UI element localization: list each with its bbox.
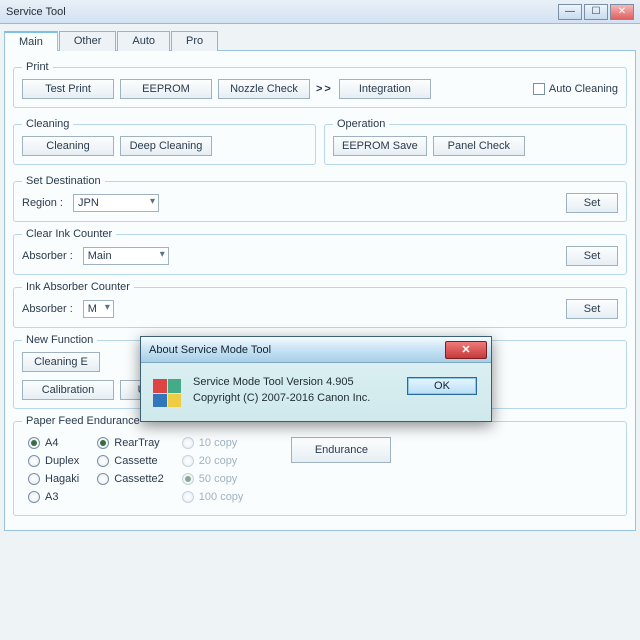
- group-print-legend: Print: [22, 61, 53, 73]
- radio-cassette2[interactable]: Cassette2: [97, 473, 164, 485]
- ink-absorber-set-button[interactable]: Set: [566, 299, 618, 319]
- test-print-button[interactable]: Test Print: [22, 79, 114, 99]
- print-more-icon: >>: [316, 83, 333, 95]
- about-ok-button[interactable]: OK: [407, 377, 477, 395]
- feed-size-column: A4 Duplex Hagaki A3: [28, 437, 79, 503]
- group-paper-feed: Paper Feed Endurance A4 Duplex Hagaki A3…: [13, 415, 627, 516]
- group-ink-absorber-legend: Ink Absorber Counter: [22, 281, 134, 293]
- radio-20-copy[interactable]: 20 copy: [182, 455, 244, 467]
- feed-source-column: RearTray Cassette Cassette2: [97, 437, 164, 485]
- tab-auto[interactable]: Auto: [117, 31, 170, 51]
- radio-dot-icon: [182, 455, 194, 467]
- tab-other[interactable]: Other: [59, 31, 117, 51]
- window-titlebar: Service Tool — ☐ ✕: [0, 0, 640, 24]
- region-select[interactable]: JPN: [73, 194, 159, 212]
- eeprom-button[interactable]: EEPROM: [120, 79, 212, 99]
- radio-dot-icon: [182, 491, 194, 503]
- group-paper-feed-legend: Paper Feed Endurance: [22, 415, 144, 427]
- radio-dot-icon: [97, 437, 109, 449]
- radio-100-copy[interactable]: 100 copy: [182, 491, 244, 503]
- clear-ink-set-button[interactable]: Set: [566, 246, 618, 266]
- clear-ink-absorber-value: Main: [88, 250, 112, 262]
- region-value: JPN: [78, 197, 99, 209]
- radio-duplex[interactable]: Duplex: [28, 455, 79, 467]
- radio-a3[interactable]: A3: [28, 491, 79, 503]
- window-title: Service Tool: [6, 6, 556, 18]
- mfc-icon: [153, 379, 181, 407]
- feed-copy-column: 10 copy 20 copy 50 copy 100 copy: [182, 437, 244, 503]
- radio-dot-icon: [28, 491, 40, 503]
- auto-cleaning-label: Auto Cleaning: [549, 83, 618, 95]
- clear-ink-absorber-label: Absorber :: [22, 250, 73, 262]
- calibration-button[interactable]: Calibration: [22, 380, 114, 400]
- region-label: Region :: [22, 197, 63, 209]
- radio-a4[interactable]: A4: [28, 437, 79, 449]
- group-clear-ink: Clear Ink Counter Absorber : Main Set: [13, 228, 627, 275]
- checkbox-icon: [533, 83, 545, 95]
- group-cleaning-legend: Cleaning: [22, 118, 73, 130]
- tab-main[interactable]: Main: [4, 31, 58, 51]
- set-destination-set-button[interactable]: Set: [566, 193, 618, 213]
- cleaning-e-button[interactable]: Cleaning E: [22, 352, 100, 372]
- about-dialog-title: About Service Mode Tool: [145, 344, 445, 356]
- group-set-destination-legend: Set Destination: [22, 175, 105, 187]
- group-cleaning: Cleaning Cleaning Deep Cleaning: [13, 118, 316, 165]
- radio-cassette[interactable]: Cassette: [97, 455, 164, 467]
- cleaning-button[interactable]: Cleaning: [22, 136, 114, 156]
- radio-dot-icon: [182, 437, 194, 449]
- radio-reartray[interactable]: RearTray: [97, 437, 164, 449]
- main-panel: Print Test Print EEPROM Nozzle Check >> …: [4, 50, 636, 531]
- radio-dot-icon: [28, 437, 40, 449]
- radio-50-copy[interactable]: 50 copy: [182, 473, 244, 485]
- about-dialog: About Service Mode Tool ✕ Service Mode T…: [140, 336, 492, 422]
- auto-cleaning-checkbox[interactable]: Auto Cleaning: [533, 83, 618, 95]
- radio-10-copy[interactable]: 10 copy: [182, 437, 244, 449]
- ink-absorber-label: Absorber :: [22, 303, 73, 315]
- group-operation: Operation EEPROM Save Panel Check: [324, 118, 627, 165]
- ink-absorber-value: M: [88, 303, 97, 315]
- window-close-button[interactable]: ✕: [610, 4, 634, 20]
- window-maximize-button[interactable]: ☐: [584, 4, 608, 20]
- window-minimize-button[interactable]: —: [558, 4, 582, 20]
- endurance-button[interactable]: Endurance: [291, 437, 391, 463]
- group-ink-absorber: Ink Absorber Counter Absorber : M Set: [13, 281, 627, 328]
- feed-action-column: Endurance: [291, 437, 391, 463]
- group-operation-legend: Operation: [333, 118, 389, 130]
- group-clear-ink-legend: Clear Ink Counter: [22, 228, 116, 240]
- radio-dot-icon: [28, 473, 40, 485]
- deep-cleaning-button[interactable]: Deep Cleaning: [120, 136, 212, 156]
- radio-hagaki[interactable]: Hagaki: [28, 473, 79, 485]
- integration-button[interactable]: Integration: [339, 79, 431, 99]
- clear-ink-absorber-select[interactable]: Main: [83, 247, 169, 265]
- ink-absorber-select[interactable]: M: [83, 300, 114, 318]
- about-dialog-titlebar: About Service Mode Tool ✕: [141, 337, 491, 363]
- group-print: Print Test Print EEPROM Nozzle Check >> …: [13, 61, 627, 108]
- eeprom-save-button[interactable]: EEPROM Save: [333, 136, 427, 156]
- radio-dot-icon: [97, 473, 109, 485]
- tab-strip: Main Other Auto Pro: [4, 30, 636, 50]
- radio-dot-icon: [97, 455, 109, 467]
- radio-dot-icon: [28, 455, 40, 467]
- group-set-destination: Set Destination Region : JPN Set: [13, 175, 627, 222]
- about-dialog-close-button[interactable]: ✕: [445, 341, 487, 359]
- tab-pro[interactable]: Pro: [171, 31, 218, 51]
- panel-check-button[interactable]: Panel Check: [433, 136, 525, 156]
- group-new-function-legend: New Function: [22, 334, 97, 346]
- radio-dot-icon: [182, 473, 194, 485]
- nozzle-check-button[interactable]: Nozzle Check: [218, 79, 310, 99]
